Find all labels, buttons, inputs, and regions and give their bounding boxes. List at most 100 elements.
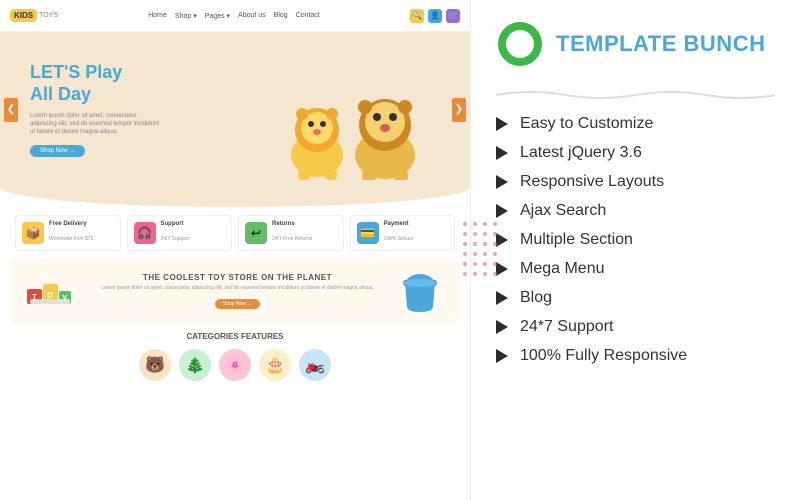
logo-toys: TOYS <box>39 12 58 19</box>
feature-label-7: 24*7 Support <box>520 318 613 336</box>
feature-delivery-text: Free Delivery Worldwide from $75 <box>49 221 93 245</box>
feature-item-1: Latest jQuery 3.6 <box>496 144 775 162</box>
promo-section: T O Y THE COOLEST TOY STORE ON THE PLANE… <box>10 259 460 324</box>
categories-row: 🐻 🎄 🌸 🎂 🏍️ <box>15 349 455 381</box>
wavy-divider <box>496 88 775 100</box>
arrow-icon-2 <box>496 175 508 189</box>
hero-next-arrow[interactable]: ❯ <box>452 98 466 122</box>
cat-bear: 🐻 <box>139 349 171 381</box>
nav-about[interactable]: About us <box>238 12 266 20</box>
promo-text-block: THE COOLEST TOY STORE ON THE PLANET Lore… <box>90 273 385 310</box>
arrow-icon-1 <box>496 146 508 160</box>
feature-payment-title: Payment <box>384 221 414 227</box>
arrow-icon-6 <box>496 291 508 305</box>
feature-item-7: 24*7 Support <box>496 318 775 336</box>
cat-bike-icon: 🏍️ <box>299 349 331 381</box>
arrow-icon-0 <box>496 117 508 131</box>
feature-returns: ↩ Returns 24/7 Free Returns <box>238 215 344 251</box>
feature-delivery-title: Free Delivery <box>49 221 93 227</box>
categories-title: CATEGORIES FEATURES <box>15 332 455 341</box>
feature-returns-title: Returns <box>272 221 312 227</box>
feature-label-6: Blog <box>520 289 552 307</box>
delivery-icon: 📦 <box>22 222 44 244</box>
feature-returns-text: Returns 24/7 Free Returns <box>272 221 312 245</box>
arrow-icon-8 <box>496 349 508 363</box>
feature-payment: 💳 Payment 100% Secure <box>350 215 456 251</box>
feature-label-0: Easy to Customize <box>520 115 653 133</box>
logo: KIDS TOYS <box>10 9 58 22</box>
promo-shop-btn[interactable]: Shop Now → <box>215 299 260 309</box>
features-strip: 📦 Free Delivery Worldwide from $75 🎧 Sup… <box>0 207 470 259</box>
feature-delivery: 📦 Free Delivery Worldwide from $75 <box>15 215 121 251</box>
hero-toys <box>270 40 450 180</box>
search-nav-icon[interactable]: 🔍 <box>410 9 424 23</box>
cat-flower: 🌸 <box>219 349 251 381</box>
feature-list: Easy to Customize Latest jQuery 3.6 Resp… <box>496 115 775 365</box>
logo-svg <box>496 20 544 68</box>
promo-right-art <box>395 272 445 312</box>
feature-item-3: Ajax Search <box>496 202 775 220</box>
nav-links: Home Shop ▾ Pages ▾ About us Blog Contac… <box>148 12 320 20</box>
cart-nav-icon[interactable]: 🛒 <box>446 9 460 23</box>
hero-prev-arrow[interactable]: ❮ <box>4 98 18 122</box>
cat-cake: 🎂 <box>259 349 291 381</box>
nav-blog[interactable]: Blog <box>274 12 288 20</box>
feature-item-5: Mega Menu <box>496 260 775 278</box>
user-nav-icon[interactable]: 👤 <box>428 9 442 23</box>
feature-support-sub: 24/7 Support <box>161 236 190 242</box>
bucket-art <box>395 272 445 314</box>
feature-support: 🎧 Support 24/7 Support <box>127 215 233 251</box>
nav-home[interactable]: Home <box>148 12 167 20</box>
feature-item-2: Responsive Layouts <box>496 173 775 191</box>
hero-line1: LET'S Play <box>30 62 122 82</box>
feature-item-8: 100% Fully Responsive <box>496 347 775 365</box>
templatebunch-logo <box>496 20 544 68</box>
feature-delivery-sub: Worldwide from $75 <box>49 236 93 242</box>
hero-section: ❮ LET'S Play All Day Lorem ipsum dolor s… <box>0 32 470 187</box>
hero-subtext: Lorem ipsum dolor sit amet, consectetur … <box>30 112 160 137</box>
hero-text: LET'S Play All Day Lorem ipsum dolor sit… <box>0 47 270 171</box>
cat-bear-icon: 🐻 <box>139 349 171 381</box>
promo-left-art: T O Y <box>25 269 80 314</box>
feature-label-5: Mega Menu <box>520 260 605 278</box>
cat-bike: 🏍️ <box>299 349 331 381</box>
feature-item-6: Blog <box>496 289 775 307</box>
cat-flower-icon: 🌸 <box>219 349 251 381</box>
brand-bunch: BUNCH <box>684 31 766 56</box>
brand-template: TEMPLATE <box>556 31 684 56</box>
promo-sub: Lorem ipsum dolor sit amet, consectetur … <box>90 285 385 292</box>
right-panel: TEMPLATE BUNCH Easy to Customize Latest … <box>470 0 800 500</box>
feature-label-1: Latest jQuery 3.6 <box>520 144 642 162</box>
support-icon: 🎧 <box>134 222 156 244</box>
feature-returns-sub: 24/7 Free Returns <box>272 236 312 242</box>
feature-label-2: Responsive Layouts <box>520 173 664 191</box>
feature-label-4: Multiple Section <box>520 231 633 249</box>
payment-icon: 💳 <box>357 222 379 244</box>
categories-section: CATEGORIES FEATURES 🐻 🎄 🌸 🎂 🏍️ <box>0 324 470 381</box>
cat-tree: 🎄 <box>179 349 211 381</box>
arrow-icon-7 <box>496 320 508 334</box>
toy-blocks-art: T O Y <box>25 269 80 314</box>
hero-heading: LET'S Play All Day <box>30 62 250 105</box>
nav-pages[interactable]: Pages ▾ <box>205 12 230 20</box>
svg-text:O: O <box>47 291 53 300</box>
feature-label-3: Ajax Search <box>520 202 606 220</box>
nav-shop[interactable]: Shop ▾ <box>175 12 197 20</box>
brand-header: TEMPLATE BUNCH <box>496 20 775 68</box>
hero-shop-btn[interactable]: Shop Now → <box>30 145 85 157</box>
feature-support-text: Support 24/7 Support <box>161 221 190 245</box>
feature-payment-text: Payment 100% Secure <box>384 221 414 245</box>
feature-support-title: Support <box>161 221 190 227</box>
brand-name-text: TEMPLATE BUNCH <box>556 31 765 57</box>
dot-grid-decoration <box>463 222 499 278</box>
arrow-icon-3 <box>496 204 508 218</box>
nav-contact[interactable]: Contact <box>296 12 320 20</box>
cat-cake-icon: 🎂 <box>259 349 291 381</box>
feature-item-0: Easy to Customize <box>496 115 775 133</box>
cat-tree-icon: 🎄 <box>179 349 211 381</box>
wave-svg <box>496 89 775 100</box>
svg-text:T: T <box>32 293 37 302</box>
left-panel: KIDS TOYS Home Shop ▾ Pages ▾ About us B… <box>0 0 470 500</box>
svg-text:Y: Y <box>62 294 68 303</box>
lion-big-img <box>340 60 430 180</box>
